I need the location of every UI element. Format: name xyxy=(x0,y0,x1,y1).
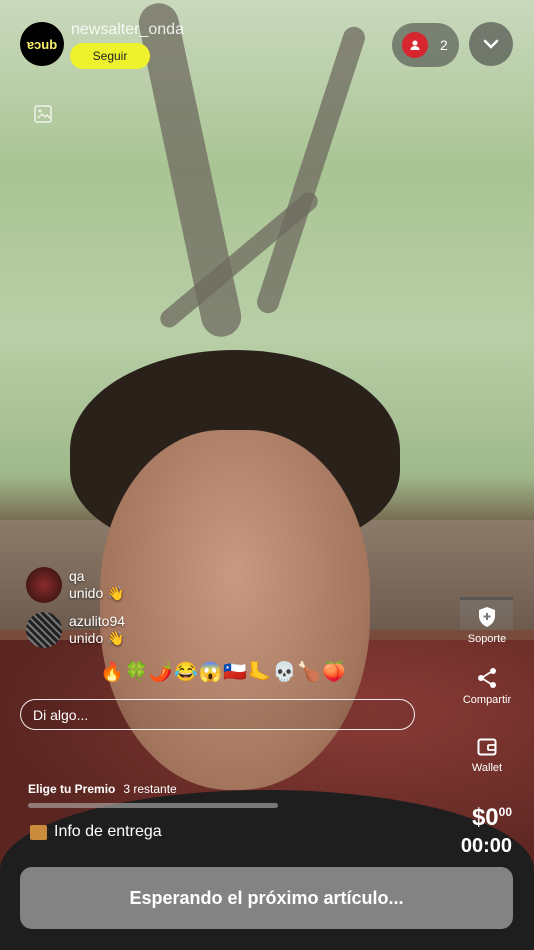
share-icon xyxy=(478,668,496,688)
streamer-avatar[interactable]: ɐɔub xyxy=(20,22,64,66)
streamer-username[interactable]: newsalter_onda xyxy=(71,21,184,39)
countdown-timer: 00:00 xyxy=(460,835,512,857)
reaction-fire[interactable]: 🔥 xyxy=(100,662,125,683)
share-button[interactable]: Compartir xyxy=(452,667,522,706)
prize-header: Elige tu Premio 3 restante xyxy=(28,782,177,796)
price-cents: 00 xyxy=(498,805,512,819)
support-label: Soporte xyxy=(467,633,507,645)
package-icon xyxy=(30,824,47,840)
reaction-chile-flag[interactable]: 🇨🇱 xyxy=(223,662,248,683)
reaction-chili[interactable]: 🌶️ xyxy=(149,662,174,683)
reaction-skull[interactable]: 💀 xyxy=(273,662,298,683)
comment-message: unido 👋 xyxy=(69,585,125,601)
price-amount: $0 xyxy=(471,804,499,831)
delivery-info-button[interactable]: Info de entrega xyxy=(30,823,162,841)
follow-button[interactable]: Seguir xyxy=(70,43,150,69)
current-price: $000 xyxy=(472,804,512,832)
reaction-laugh[interactable]: 😂 xyxy=(174,662,199,683)
gallery-icon[interactable] xyxy=(32,103,54,125)
viewer-count: 2 xyxy=(440,37,448,53)
tree-branch xyxy=(254,23,368,317)
delivery-label: Info de entrega xyxy=(54,823,162,840)
reaction-scream[interactable]: 😱 xyxy=(199,662,224,683)
wallet-icon xyxy=(477,738,497,756)
share-label: Compartir xyxy=(462,694,512,706)
prize-remaining: 3 restante xyxy=(123,782,177,796)
reaction-foot[interactable]: 🦶 xyxy=(248,662,273,683)
user-icon xyxy=(402,32,428,58)
comment-user[interactable]: azulito94 xyxy=(69,613,125,630)
chat-input[interactable] xyxy=(20,699,415,730)
comment-item: qa unido 👋 xyxy=(26,567,125,603)
live-stream-screen: ɐɔub newsalter_onda Seguir 2 qa unido 👋 a… xyxy=(0,0,534,950)
commenter-avatar[interactable] xyxy=(26,567,62,603)
waiting-next-item-button[interactable]: Esperando el próximo artículo... xyxy=(20,867,513,929)
comment-user[interactable]: qa xyxy=(69,568,125,585)
person-face xyxy=(100,430,370,790)
wallet-label: Wallet xyxy=(471,762,503,774)
reaction-peach[interactable]: 🍑 xyxy=(322,662,347,683)
chevron-down-icon xyxy=(483,39,499,49)
wallet-button[interactable]: Wallet xyxy=(452,737,522,774)
viewer-count-button[interactable]: 2 xyxy=(392,23,459,67)
collapse-button[interactable] xyxy=(469,22,513,66)
reaction-drumstick[interactable]: 🍗 xyxy=(297,662,322,683)
prize-progress-bar xyxy=(28,803,278,808)
commenter-avatar[interactable] xyxy=(26,612,62,648)
comment-message: unido 👋 xyxy=(69,630,125,646)
prize-title: Elige tu Premio xyxy=(28,782,116,796)
shield-plus-icon xyxy=(479,607,495,627)
comment-item: azulito94 unido 👋 xyxy=(26,612,125,648)
reaction-clover[interactable]: 🍀 xyxy=(125,662,150,683)
support-button[interactable]: Soporte xyxy=(452,606,522,645)
reaction-bar: 🔥🍀🌶️😂😱🇨🇱🦶💀🍗🍑 xyxy=(100,660,347,684)
avatar-logo-text: ɐɔub xyxy=(26,36,58,52)
